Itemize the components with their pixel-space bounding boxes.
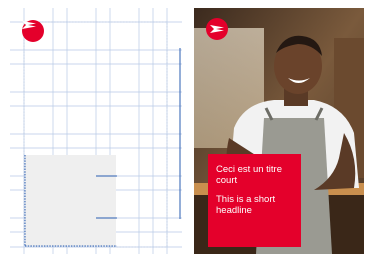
canada-post-eagle-icon (22, 21, 36, 29)
canada-post-logo (22, 20, 44, 42)
canada-post-eagle-icon (210, 25, 224, 33)
headline-french: Ceci est un titre court (216, 164, 282, 186)
headline-placeholder-block (25, 155, 116, 246)
layout-grid-diagram (10, 8, 182, 254)
canada-post-logo-photo (206, 18, 228, 40)
photo-card: Ceci est un titre court This is a short … (194, 8, 364, 254)
grid-lines (10, 8, 182, 254)
headline-english: This is a short headline (216, 194, 276, 216)
headline-box: Ceci est un titre court This is a short … (208, 154, 301, 247)
